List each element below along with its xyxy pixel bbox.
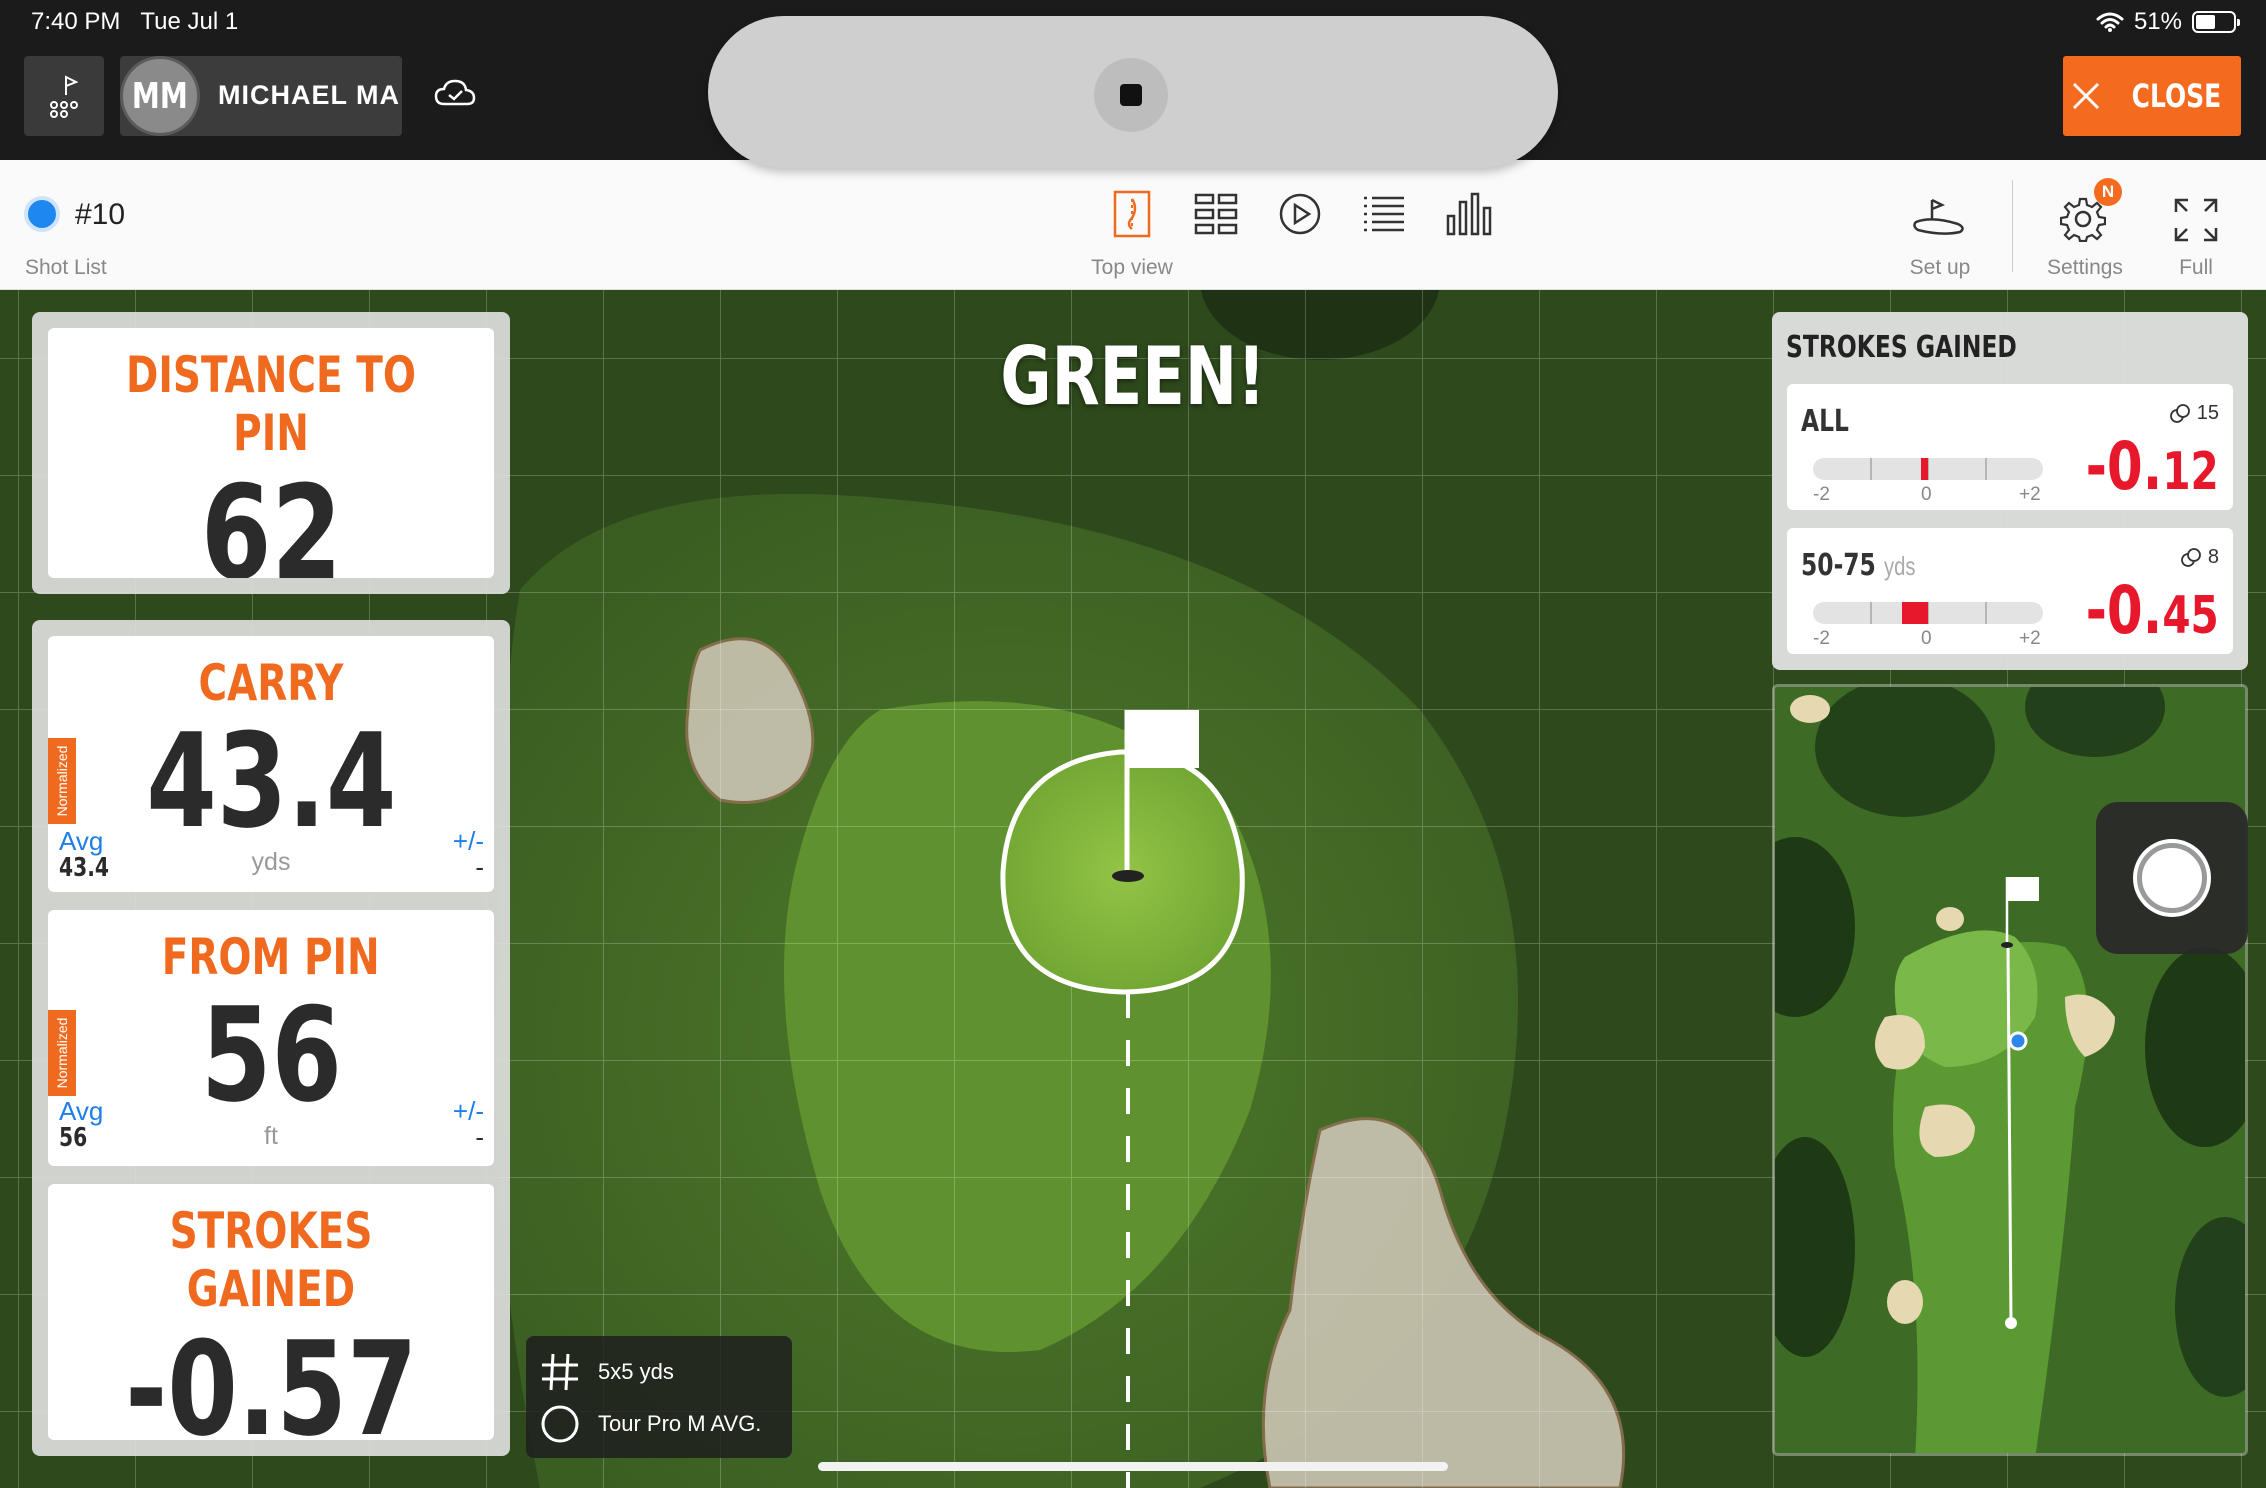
grid-icon xyxy=(542,1353,578,1391)
status-indicators: 51% xyxy=(2096,8,2240,36)
battery-percent: 51% xyxy=(2133,8,2182,35)
sg-scale-bar xyxy=(1813,602,2043,624)
course-button[interactable] xyxy=(24,56,104,136)
close-button[interactable]: CLOSE xyxy=(2063,56,2241,136)
settings-badge: N xyxy=(2094,178,2122,206)
distance-to-pin-title: DISTANCE TO PIN xyxy=(126,346,416,462)
sg-shot-count: 15 xyxy=(2169,402,2219,425)
sg-scale-bar xyxy=(1813,458,2043,480)
stop-icon xyxy=(1120,84,1142,106)
play-icon[interactable] xyxy=(1276,190,1324,238)
course-top-view[interactable]: GREEN! DISTANCE TO PIN 62 yds Normalized… xyxy=(0,290,2266,1488)
legend-grid-row: 5x5 yds xyxy=(540,1352,674,1392)
top-view-icon[interactable] xyxy=(1108,190,1156,238)
golf-balls-icon xyxy=(2180,547,2201,567)
shot-result-title: GREEN! xyxy=(1000,330,1266,423)
sg-row-name: ALL xyxy=(1801,404,1849,439)
recording-indicator xyxy=(708,16,1558,168)
sg-scale-max: +2 xyxy=(2019,628,2041,649)
from-pin-pm-value: - xyxy=(475,1122,484,1152)
list-icon[interactable] xyxy=(1360,190,1408,238)
from-pin-title: FROM PIN xyxy=(162,928,380,986)
home-indicator xyxy=(818,1462,1448,1471)
toolbar-divider xyxy=(2012,180,2013,272)
sg-row-all[interactable]: ALL 15 -0.12 -2 0 +2 xyxy=(1787,384,2233,510)
legend-circle-row: Tour Pro M AVG. xyxy=(540,1404,761,1444)
sg-row-value: -0.45 xyxy=(2085,572,2219,649)
toolbar: #10 Shot List Top view Set up N Settings… xyxy=(0,160,2266,290)
record-button[interactable] xyxy=(2096,802,2248,954)
date: Tue Jul 1 xyxy=(140,8,239,35)
legend-circle-label: Tour Pro M AVG. xyxy=(598,1411,762,1436)
stop-recording-button[interactable] xyxy=(1094,58,1168,132)
sg-scale-max: +2 xyxy=(2019,484,2041,505)
normalized-tag: Normalized xyxy=(48,1010,76,1096)
circle-icon xyxy=(541,1405,579,1443)
legend-grid-label: 5x5 yds xyxy=(598,1359,674,1384)
strokes-gained-panel: STROKES GAINED ALL 15 -0.12 -2 0 +2 50-7… xyxy=(1772,312,2248,670)
carry-title: CARRY xyxy=(198,654,344,712)
sg-row-value: -0.12 xyxy=(2085,428,2219,505)
clock: 7:40 PM xyxy=(31,8,121,35)
active-view-label: Top view xyxy=(1091,256,1173,279)
carry-value: 43.4 xyxy=(145,705,397,857)
close-label: CLOSE xyxy=(2131,77,2221,115)
map-legend: 5x5 yds Tour Pro M AVG. xyxy=(526,1336,792,1458)
golf-balls-icon xyxy=(2169,403,2190,423)
strokes-gained-card[interactable]: STROKES GAINED -0.57 xyxy=(48,1184,494,1440)
from-pin-avg-value: 56 xyxy=(59,1123,88,1153)
from-pin-value: 56 xyxy=(200,979,342,1131)
status-time: 7:40 PM Tue Jul 1 xyxy=(31,8,238,36)
shot-list-label[interactable]: Shot List xyxy=(25,256,107,280)
sg-scale-zero: 0 xyxy=(1921,484,1932,505)
grid-view-icon[interactable] xyxy=(1192,190,1240,238)
close-icon xyxy=(2072,82,2099,110)
sg-scale-zero: 0 xyxy=(1921,628,1932,649)
full-label[interactable]: Full xyxy=(2166,256,2226,280)
from-pin-card[interactable]: Normalized FROM PIN 56 ft Avg 56 +/- - xyxy=(48,910,494,1166)
shot-indicator-icon[interactable] xyxy=(24,196,60,232)
carry-pm-value: - xyxy=(475,852,484,882)
player-selector[interactable]: MM MICHAEL MA xyxy=(120,56,402,136)
sg-scale-min: -2 xyxy=(1813,484,1830,505)
cloud-sync-icon[interactable] xyxy=(434,78,476,108)
strokes-gained-value: -0.57 xyxy=(124,1313,418,1440)
record-icon xyxy=(2137,843,2207,913)
sg-row-50-75[interactable]: 50-75 yds 8 -0.45 -2 0 +2 xyxy=(1787,528,2233,654)
hole-layout-icon xyxy=(50,75,79,118)
avatar: MM xyxy=(120,56,200,136)
setup-label[interactable]: Set up xyxy=(1900,256,1980,280)
bar-chart-icon[interactable] xyxy=(1444,190,1492,238)
sg-indicator xyxy=(1902,602,1928,624)
normalized-tag: Normalized xyxy=(48,738,76,824)
setup-icon[interactable] xyxy=(1912,196,1968,240)
player-name: MICHAEL MA xyxy=(218,80,400,110)
distance-to-pin-card[interactable]: DISTANCE TO PIN 62 yds xyxy=(48,328,494,578)
fullscreen-icon[interactable] xyxy=(2174,198,2218,242)
distance-to-pin-value: 62 xyxy=(200,457,342,578)
battery-icon xyxy=(2192,11,2240,33)
settings-label[interactable]: Settings xyxy=(2040,256,2130,280)
hole-minimap[interactable] xyxy=(1772,684,2248,1456)
sg-scale-min: -2 xyxy=(1813,628,1830,649)
sg-shot-count: 8 xyxy=(2180,546,2219,569)
strokes-gained-title: STROKES GAINED xyxy=(169,1202,373,1318)
sg-indicator xyxy=(1921,458,1928,480)
wifi-icon xyxy=(2096,12,2124,32)
sg-panel-title: STROKES GAINED xyxy=(1786,330,2017,365)
carry-avg-value: 43.4 xyxy=(59,853,110,883)
carry-card[interactable]: Normalized CARRY 43.4 yds Avg 43.4 +/- - xyxy=(48,636,494,892)
shot-number[interactable]: #10 xyxy=(75,198,125,232)
sg-row-name: 50-75 yds xyxy=(1801,548,1916,583)
